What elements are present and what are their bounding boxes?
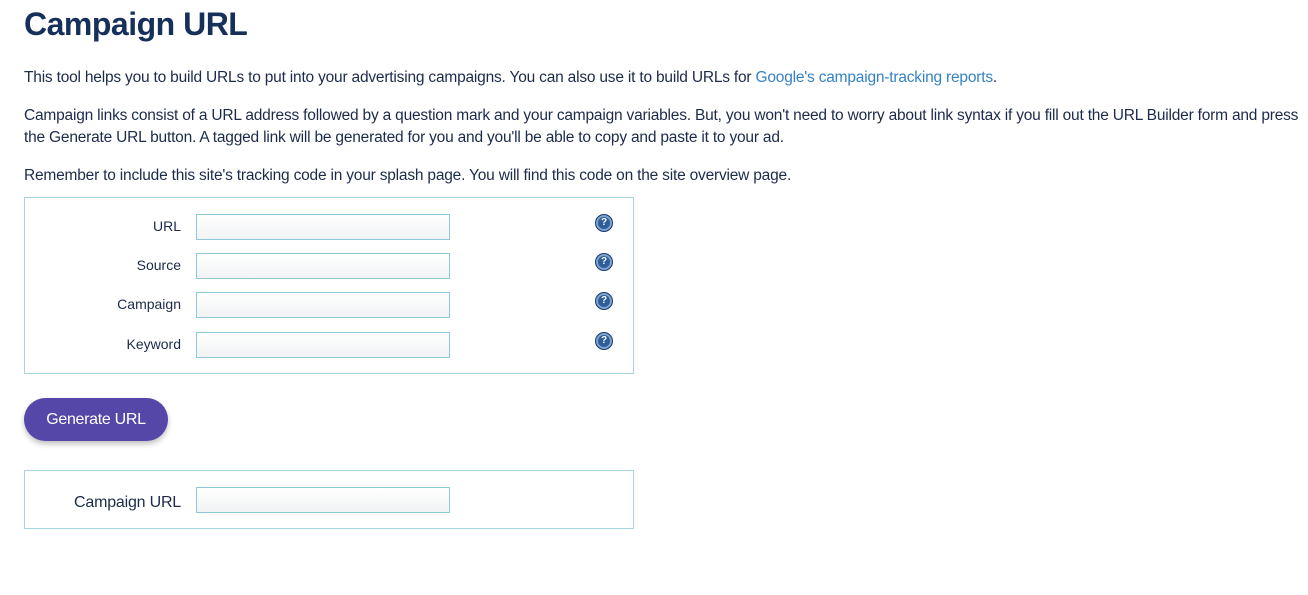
campaign-label: Campaign [117, 296, 181, 312]
campaign-input[interactable] [196, 292, 450, 318]
tracking-code-paragraph: Remember to include this site's tracking… [24, 167, 792, 184]
url-label: URL [152, 218, 181, 234]
url-builder-form: URL ? Source ? Campaign ? Keyword ? [24, 197, 634, 374]
question-mark-icon[interactable]: ? [595, 214, 613, 232]
question-mark-icon[interactable]: ? [595, 253, 613, 271]
url-row: URL ? [25, 214, 633, 240]
campaign-url-page: Campaign URL This tool helps you to buil… [24, 0, 1304, 529]
intro-text: This tool helps you to build URLs to put… [24, 69, 756, 86]
generate-url-button[interactable]: Generate URL [24, 398, 168, 441]
url-input[interactable] [196, 214, 450, 240]
campaign-tracking-reports-link[interactable]: Google's campaign-tracking reports [756, 69, 994, 86]
keyword-input[interactable] [196, 332, 450, 358]
question-mark-icon[interactable]: ? [595, 292, 613, 310]
campaign-url-output[interactable] [196, 487, 450, 513]
intro-paragraph: This tool helps you to build URLs to put… [24, 67, 1304, 89]
question-mark-icon[interactable]: ? [595, 332, 613, 350]
intro-suffix: . [992, 69, 997, 86]
source-label: Source [136, 257, 181, 273]
source-row: Source ? [25, 253, 633, 279]
campaign-url-label: Campaign URL [74, 494, 181, 511]
keyword-label: Keyword [126, 336, 181, 352]
keyword-row: Keyword ? [25, 332, 633, 358]
campaign-row: Campaign ? [25, 292, 633, 318]
link-syntax-paragraph: Campaign links consist of a URL address … [24, 107, 1299, 146]
campaign-url-result: Campaign URL [24, 470, 634, 529]
source-input[interactable] [196, 253, 450, 279]
page-title: Campaign URL [24, 6, 248, 42]
